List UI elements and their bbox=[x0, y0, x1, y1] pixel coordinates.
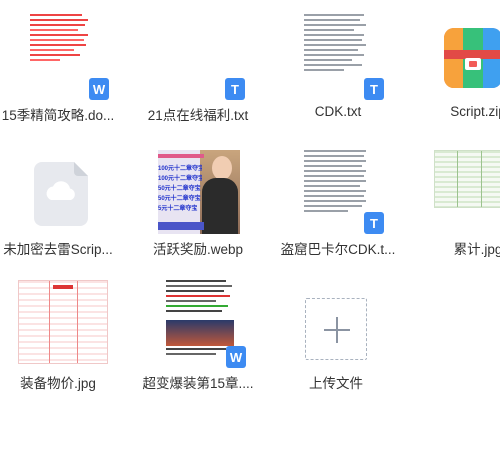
file-name: 21点在线福利.txt bbox=[147, 108, 249, 123]
file-name: CDK.txt bbox=[314, 104, 362, 119]
cloud-file-icon bbox=[34, 162, 88, 226]
file-name: 盗窟巴卡尔CDK.t... bbox=[280, 242, 396, 257]
file-tile-2[interactable]: T 21点在线福利.txt bbox=[128, 0, 268, 130]
doc-thumbnail bbox=[30, 14, 90, 69]
zip-icon bbox=[444, 28, 500, 88]
word-file-icon: W bbox=[226, 346, 246, 368]
promo-row: 100元十二章夺宝 bbox=[158, 166, 202, 172]
file-name: 活跃奖励.webp bbox=[152, 242, 244, 257]
file-tile-10[interactable]: W 超变爆装第15章.... bbox=[128, 268, 268, 398]
file-name: 装备物价.jpg bbox=[20, 376, 96, 391]
txt-thumbnail bbox=[304, 14, 366, 82]
file-tile-4[interactable]: Script.zip bbox=[408, 0, 500, 130]
file-tile-9[interactable]: 装备物价.jpg bbox=[0, 268, 128, 398]
promo-row: 5元十二章夺宝 bbox=[158, 206, 198, 212]
file-name: 累计.jpg bbox=[453, 242, 500, 257]
txt-thumbnail bbox=[304, 150, 366, 220]
word-file-icon: W bbox=[89, 78, 109, 100]
upload-button[interactable] bbox=[305, 298, 367, 360]
plus-icon bbox=[336, 317, 338, 343]
doc-thumbnail bbox=[166, 280, 234, 364]
file-tile-6[interactable]: 100元十二章夺宝 100元十二章夺宝 50元十二章夺宝 50元十二章夺宝 5元… bbox=[128, 134, 268, 264]
promo-row: 50元十二章夺宝 bbox=[158, 196, 201, 202]
file-tile-5[interactable]: 未加密去雷Scrip... bbox=[0, 134, 128, 264]
file-name: 未加密去雷Scrip... bbox=[3, 242, 113, 257]
promo-row: 50元十二章夺宝 bbox=[158, 186, 201, 192]
promo-image-thumbnail: 100元十二章夺宝 100元十二章夺宝 50元十二章夺宝 50元十二章夺宝 5元… bbox=[158, 150, 240, 234]
table-image-thumbnail bbox=[434, 150, 500, 208]
txt-file-icon: T bbox=[364, 212, 384, 234]
file-tile-7[interactable]: T 盗窟巴卡尔CDK.t... bbox=[268, 134, 408, 264]
file-name: 超变爆装第15章.... bbox=[142, 376, 254, 391]
blank-txt-thumbnail bbox=[168, 14, 228, 69]
file-tile-8[interactable]: 累计.jpg bbox=[408, 134, 500, 264]
txt-file-icon: T bbox=[364, 78, 384, 100]
file-name: Script.zip bbox=[450, 104, 500, 119]
upload-label: 上传文件 bbox=[309, 376, 363, 391]
file-name: 15季精简攻略.do... bbox=[1, 108, 115, 123]
table-image-thumbnail bbox=[18, 280, 108, 364]
txt-file-icon: T bbox=[225, 78, 245, 100]
promo-row: 100元十二章夺宝 bbox=[158, 176, 202, 182]
file-tile-1[interactable]: W 15季精简攻略.do... bbox=[0, 0, 128, 130]
file-tile-3[interactable]: T CDK.txt bbox=[268, 0, 408, 130]
